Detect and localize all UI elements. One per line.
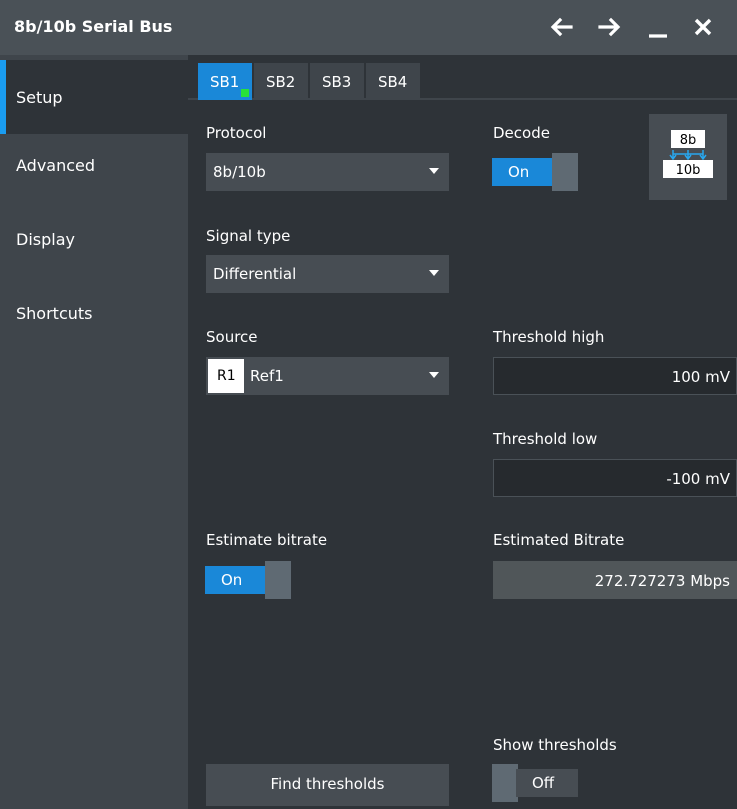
show-thresholds-label: Show thresholds	[493, 736, 617, 754]
protocol-dropdown[interactable]: 8b/10b	[206, 153, 449, 191]
threshold-low-label: Threshold low	[493, 430, 598, 448]
codec-top-text: 8b	[680, 133, 697, 148]
sidebar-item-advanced[interactable]: Advanced	[0, 134, 188, 208]
sidebar-item-label: Shortcuts	[16, 304, 93, 323]
sidebar-item-label: Display	[16, 230, 75, 249]
codec-bottom-text: 10b	[676, 163, 701, 178]
source-label: Source	[206, 328, 258, 346]
toggle-on-segment: On	[492, 158, 554, 186]
active-indicator	[241, 89, 249, 97]
show-thresholds-toggle[interactable]: Off	[492, 764, 578, 802]
back-arrow-icon[interactable]	[549, 14, 575, 40]
tab-sb2[interactable]: SB2	[254, 63, 308, 100]
sidebar-item-display[interactable]: Display	[0, 208, 188, 282]
threshold-high-value: 100 mV	[671, 368, 730, 386]
find-thresholds-button[interactable]: Find thresholds	[206, 764, 449, 806]
threshold-low-value: -100 mV	[666, 470, 730, 488]
toggle-on-segment: On	[205, 566, 267, 594]
sidebar-item-setup[interactable]: Setup	[0, 60, 188, 134]
threshold-high-field[interactable]: 100 mV	[493, 357, 737, 395]
minimize-icon[interactable]	[645, 14, 671, 40]
window-title: 8b/10b Serial Bus	[14, 17, 173, 36]
toggle-knob	[552, 153, 578, 191]
estimated-bitrate-label: Estimated Bitrate	[493, 531, 625, 549]
tab-strip: SB1 SB2 SB3 SB4	[188, 55, 737, 100]
estimated-bitrate-value: 272.727273 Mbps	[594, 572, 730, 590]
estimated-bitrate-field: 272.727273 Mbps	[493, 561, 737, 599]
chevron-down-icon	[429, 168, 439, 174]
source-value: Ref1	[250, 367, 284, 385]
tab-label: SB4	[378, 73, 408, 91]
toggle-state: Off	[532, 774, 555, 792]
sidebar: Setup Advanced Display Shortcuts	[0, 55, 188, 809]
toggle-state: On	[221, 571, 243, 589]
decode-label: Decode	[493, 124, 550, 142]
forward-arrow-icon[interactable]	[596, 14, 622, 40]
toggle-knob	[265, 561, 291, 599]
toggle-knob	[492, 764, 518, 802]
source-dropdown[interactable]: R1 Ref1	[206, 357, 449, 395]
chevron-down-icon	[429, 372, 439, 378]
signal-type-value: Differential	[213, 265, 297, 283]
signal-type-dropdown[interactable]: Differential	[206, 255, 449, 293]
tab-sb4[interactable]: SB4	[366, 63, 420, 100]
find-thresholds-label: Find thresholds	[270, 775, 385, 793]
source-badge: R1	[208, 359, 244, 393]
decode-toggle[interactable]: On	[492, 153, 578, 191]
threshold-low-field[interactable]: -100 mV	[493, 459, 737, 497]
title-bar: 8b/10b Serial Bus	[0, 0, 737, 55]
tab-label: SB1	[210, 73, 240, 91]
protocol-value: 8b/10b	[213, 163, 266, 181]
protocol-label: Protocol	[206, 124, 267, 142]
signal-type-label: Signal type	[206, 227, 291, 245]
main-panel: SB1 SB2 SB3 SB4 Protocol 8b/10b Decode O…	[188, 55, 737, 809]
tab-sb3[interactable]: SB3	[310, 63, 364, 100]
tab-sb1[interactable]: SB1	[198, 63, 252, 100]
estimate-bitrate-label: Estimate bitrate	[206, 531, 328, 549]
close-icon[interactable]	[690, 14, 716, 40]
estimate-bitrate-toggle[interactable]: On	[205, 561, 291, 599]
tab-label: SB3	[322, 73, 352, 91]
sidebar-item-shortcuts[interactable]: Shortcuts	[0, 282, 188, 356]
tab-label: SB2	[266, 73, 296, 91]
sidebar-item-label: Advanced	[16, 156, 96, 175]
toggle-state: On	[508, 163, 530, 181]
threshold-high-label: Threshold high	[493, 328, 605, 346]
source-badge-text: R1	[217, 368, 236, 384]
chevron-down-icon	[429, 270, 439, 276]
8b-10b-codec-icon: 8b 10b	[649, 114, 727, 200]
toggle-off-segment: Off	[516, 769, 578, 797]
sidebar-item-label: Setup	[16, 88, 63, 107]
